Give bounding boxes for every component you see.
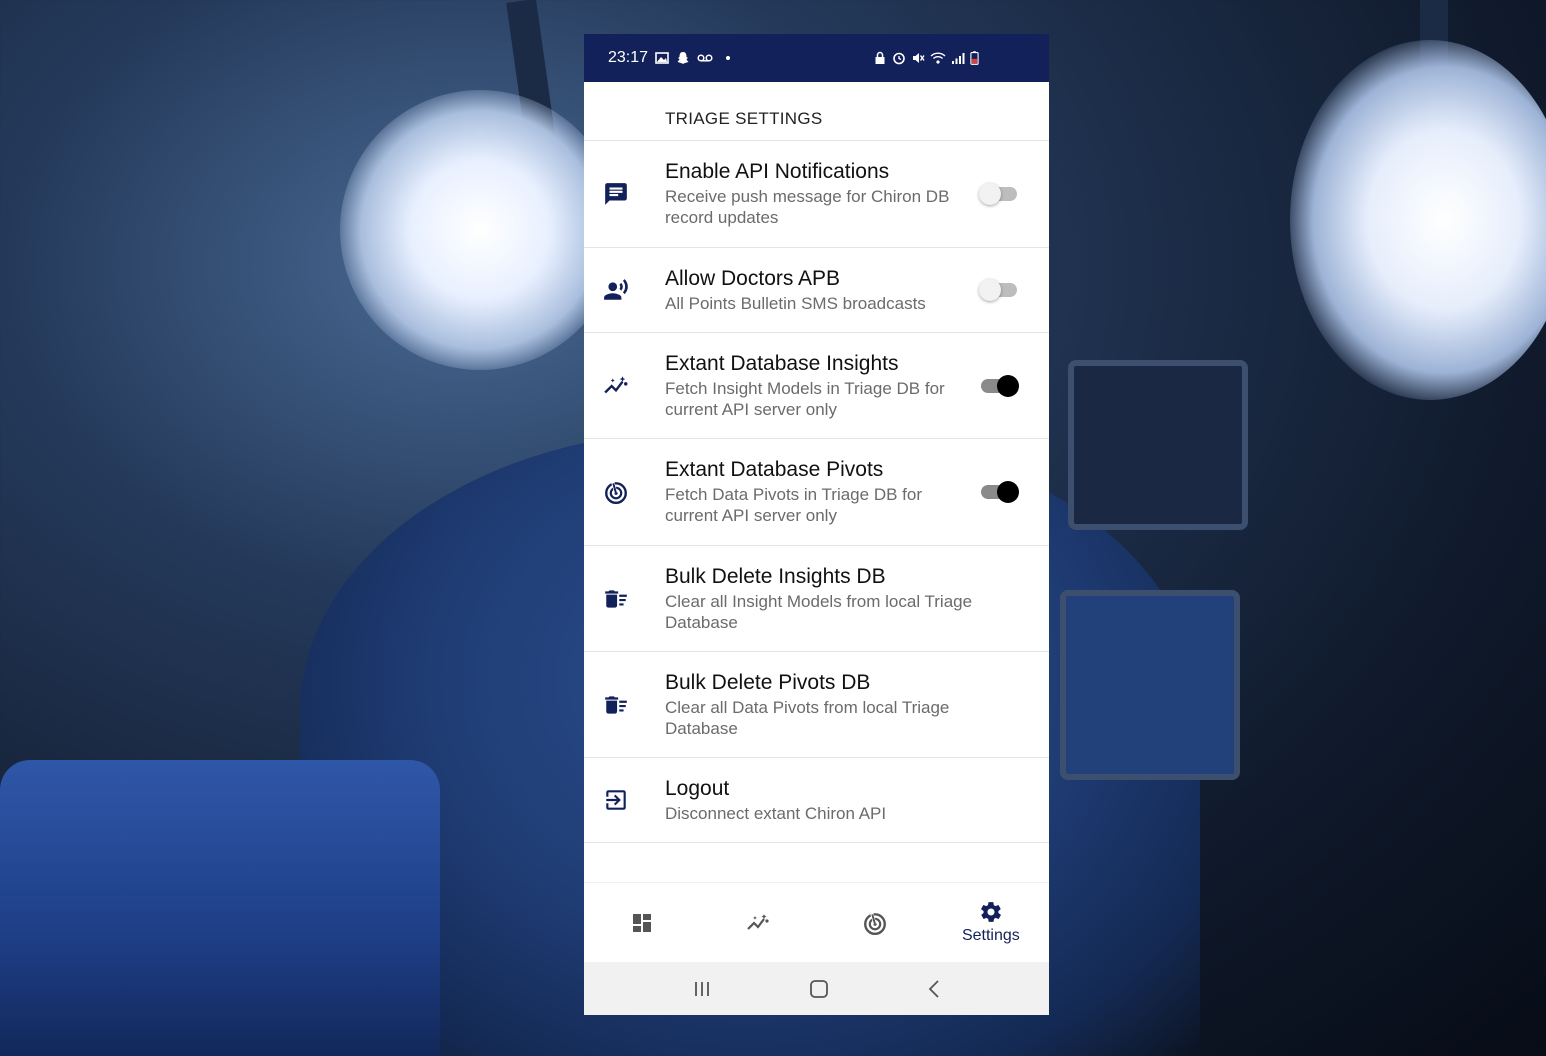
background-monitor xyxy=(1068,360,1248,530)
insights-icon xyxy=(602,372,630,400)
mute-icon xyxy=(913,53,925,63)
nav-insights[interactable] xyxy=(700,883,816,962)
setting-row-bulk-delete-insights[interactable]: Bulk Delete Insights DB Clear all Insigh… xyxy=(584,546,1049,652)
gear-icon xyxy=(981,902,1001,922)
system-navigation-bar xyxy=(584,962,1049,1015)
radar-icon xyxy=(602,478,630,506)
setting-subtitle: Fetch Insight Models in Triage DB for cu… xyxy=(665,378,945,419)
recent-apps-icon[interactable] xyxy=(692,980,712,998)
phone-screen: 23:17 TRIAGE SETTINGS Enable API Notific… xyxy=(584,34,1049,1015)
setting-title: Logout xyxy=(665,776,730,800)
setting-row-logout[interactable]: Logout Disconnect extant Chiron API xyxy=(584,758,1049,843)
nav-settings-label: Settings xyxy=(961,927,1020,944)
record-voice-icon xyxy=(602,276,630,304)
lock-icon xyxy=(875,51,885,64)
back-icon[interactable] xyxy=(927,979,941,999)
setting-row-api-notifications[interactable]: Enable API Notifications Receive push me… xyxy=(584,141,1049,248)
doctors-apb-toggle[interactable] xyxy=(979,278,1019,302)
background-operating-table xyxy=(0,760,440,1056)
delete-sweep-icon xyxy=(602,691,630,719)
wifi-icon xyxy=(930,52,946,64)
insights-icon xyxy=(747,913,769,930)
status-bar: 23:17 xyxy=(584,34,1049,82)
database-insights-toggle[interactable] xyxy=(979,374,1019,398)
toggle-knob xyxy=(979,279,1001,301)
setting-subtitle: Clear all Data Pivots from local Triage … xyxy=(665,697,950,738)
background-surgical-lamp xyxy=(1290,40,1546,400)
battery-icon xyxy=(970,51,979,65)
signal-icon xyxy=(952,53,965,64)
voicemail-icon xyxy=(697,54,713,62)
setting-title: Extant Database Pivots xyxy=(665,458,884,481)
setting-subtitle: Clear all Insight Models from local Tria… xyxy=(665,591,973,632)
toggle-knob xyxy=(997,374,1019,397)
logout-icon xyxy=(602,786,630,814)
setting-subtitle: All Points Bulletin SMS broadcasts xyxy=(665,293,926,313)
setting-title: Enable API Notifications xyxy=(665,160,890,183)
setting-row-database-insights[interactable]: Extant Database Insights Fetch Insight M… xyxy=(584,333,1049,439)
background-monitor xyxy=(1060,590,1240,780)
setting-subtitle: Receive push message for Chiron DB recor… xyxy=(665,187,950,227)
setting-title: Allow Doctors APB xyxy=(665,266,841,290)
setting-subtitle: Disconnect extant Chiron API xyxy=(665,803,887,823)
toggle-knob xyxy=(979,183,1001,205)
background-surgical-lamp xyxy=(340,90,620,370)
setting-subtitle: Fetch Data Pivots in Triage DB for curre… xyxy=(665,485,922,525)
snapchat-icon xyxy=(677,52,689,64)
setting-title: Bulk Delete Insights DB xyxy=(665,564,886,588)
message-icon xyxy=(602,180,630,208)
nav-dashboard[interactable] xyxy=(584,883,700,962)
api-notifications-toggle[interactable] xyxy=(979,182,1019,206)
setting-title: Extant Database Insights xyxy=(665,351,899,375)
delete-sweep-icon xyxy=(602,585,630,613)
status-time: 23:17 xyxy=(608,49,649,66)
home-icon[interactable] xyxy=(808,978,830,1000)
setting-row-bulk-delete-pivots[interactable]: Bulk Delete Pivots DB Clear all Data Piv… xyxy=(584,652,1049,758)
alarm-icon xyxy=(893,52,905,65)
setting-title: Bulk Delete Pivots DB xyxy=(665,670,871,694)
setting-row-doctors-apb[interactable]: Allow Doctors APB All Points Bulletin SM… xyxy=(584,248,1049,333)
dashboard-icon xyxy=(633,913,652,932)
nav-pivots[interactable] xyxy=(817,883,933,962)
toggle-knob xyxy=(997,481,1019,503)
nav-settings[interactable]: Settings xyxy=(933,883,1049,962)
image-icon xyxy=(655,52,669,64)
database-pivots-toggle[interactable] xyxy=(979,480,1019,504)
setting-row-database-pivots[interactable]: Extant Database Pivots Fetch Data Pivots… xyxy=(584,439,1049,546)
bottom-navigation: Settings xyxy=(584,882,1049,962)
page-title: TRIAGE SETTINGS xyxy=(584,82,1049,141)
radar-icon xyxy=(863,912,886,935)
notification-dot xyxy=(726,56,731,60)
